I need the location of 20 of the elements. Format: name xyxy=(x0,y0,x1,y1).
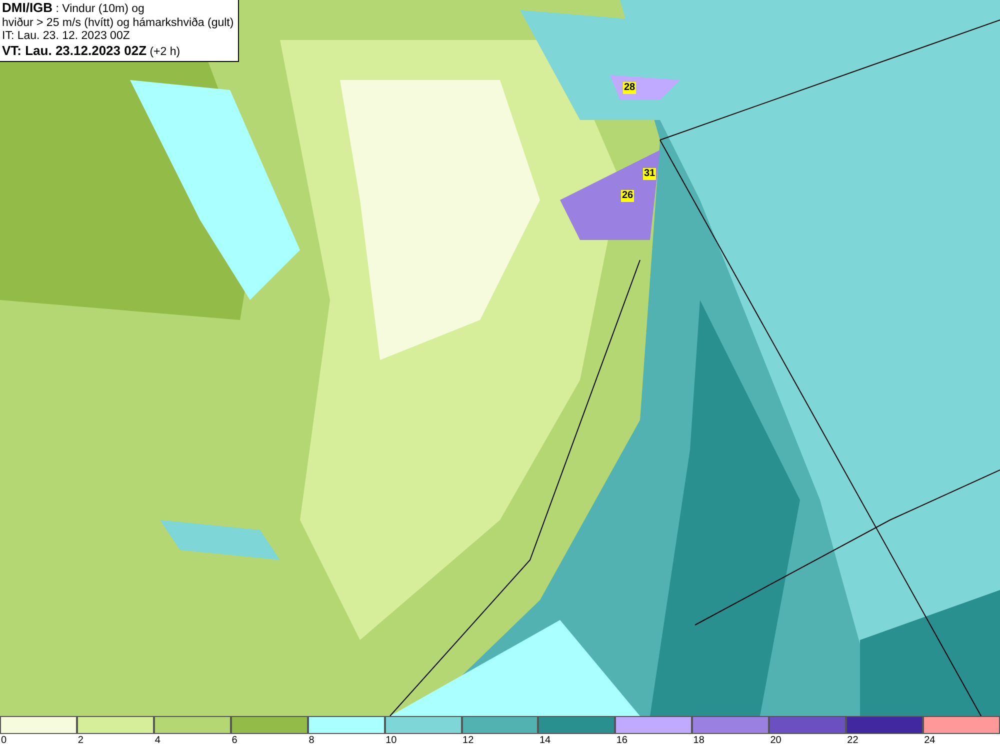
legend-tick: 20 xyxy=(769,734,782,747)
gust-label: 31 xyxy=(643,168,656,180)
legend-tick: 6 xyxy=(230,734,238,747)
legend-tick: 18 xyxy=(692,734,704,747)
legend-tick: 14 xyxy=(538,734,551,747)
legend-tick: 2 xyxy=(76,734,84,747)
title-line: VT: Lau. 23.12.2023 02Z (+2 h) xyxy=(2,44,182,59)
title-line: hviður > 25 m/s (hvítt) og hámarkshviða (gult) xyxy=(2,16,234,30)
legend-tick: 24 xyxy=(923,734,936,747)
title-line: IT: Lau. 23. 12. 2023 00Z xyxy=(2,30,131,44)
gust-label: 26 xyxy=(621,190,634,202)
legend-tick: 16 xyxy=(615,734,628,747)
legend-tick: 12 xyxy=(462,734,474,747)
legend-tick: 8 xyxy=(308,734,314,747)
legend-tick: 0 xyxy=(0,734,7,747)
legend-tick: 10 xyxy=(384,734,397,747)
legend-tick: 22 xyxy=(846,734,858,747)
gust-label: 28 xyxy=(623,82,636,94)
legend-tick: 4 xyxy=(154,734,160,747)
title-line: DMI/IGB : Vindur (10m) og xyxy=(2,1,146,16)
